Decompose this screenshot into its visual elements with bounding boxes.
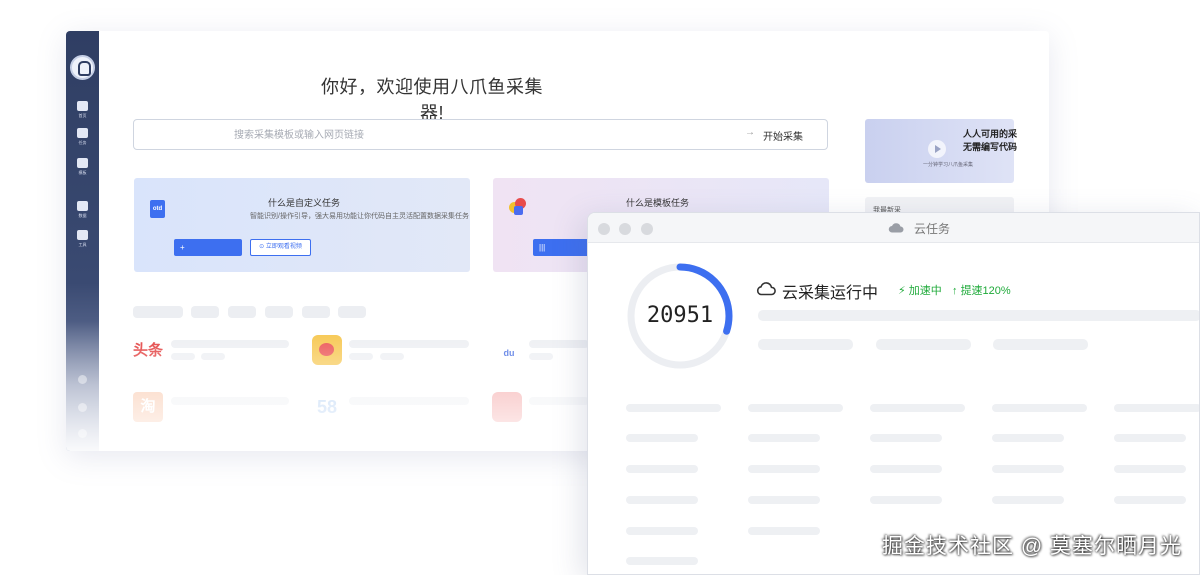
- tab-skeleton[interactable]: [191, 306, 219, 318]
- custom-task-card[interactable]: otd 什么是自定义任务 智能识别/操作引导，强大易用功能让你代码自主灵活配置数…: [134, 178, 470, 272]
- text-skeleton: [349, 397, 469, 405]
- promo-title: 人人可用的采 无需编写代码: [963, 129, 1018, 152]
- cloud-icon: [888, 223, 904, 233]
- table-skeleton: [626, 557, 698, 565]
- card-title: 什么是模板任务: [626, 198, 690, 208]
- table-skeleton: [992, 496, 1064, 504]
- table-skeleton: [748, 404, 843, 412]
- table-skeleton: [626, 404, 721, 412]
- text-skeleton: [349, 353, 373, 360]
- table-skeleton: [870, 404, 965, 412]
- bookmark-icon: [77, 128, 88, 138]
- table-skeleton: [748, 496, 820, 504]
- text-skeleton: [529, 397, 589, 405]
- promo-subtitle: 一分钟学习八爪鱼采集: [923, 162, 974, 168]
- table-skeleton: [870, 434, 942, 442]
- cloud-outline-icon: [757, 282, 776, 296]
- new-custom-task-button[interactable]: +: [174, 239, 242, 256]
- text-skeleton: [349, 340, 469, 348]
- close-button[interactable]: [598, 223, 610, 235]
- text-skeleton: [529, 340, 589, 348]
- table-skeleton: [870, 496, 942, 504]
- card-description: 智能识别/操作引导，强大易用功能让你代码自主灵活配置数据采集任务: [250, 213, 469, 220]
- table-skeleton: [748, 527, 820, 535]
- table-skeleton: [992, 404, 1087, 412]
- search-bar[interactable]: → 开始采集: [133, 119, 828, 150]
- text-skeleton: [876, 339, 971, 350]
- sidebar-item-templates[interactable]: 模板: [72, 158, 93, 180]
- cloud-task-window: 云任务 20951 云采集运行中 ⚡ 加速中 ↑ 提速120%: [587, 212, 1200, 575]
- sidebar-item-home[interactable]: 首页: [72, 101, 93, 123]
- sidebar-item-tasks[interactable]: 任务: [72, 128, 93, 150]
- text-skeleton: [993, 339, 1088, 350]
- collected-count: 20951: [646, 303, 714, 328]
- play-icon[interactable]: [928, 140, 946, 158]
- text-skeleton: [201, 353, 225, 360]
- text-skeleton: [171, 340, 289, 348]
- play-icon: [77, 101, 88, 111]
- toutiao-icon[interactable]: 头条: [133, 336, 163, 366]
- sidebar-item-tools[interactable]: 工具: [72, 230, 93, 252]
- watermark: 掘金技术社区 @ 莫塞尔晒月光: [882, 535, 1182, 558]
- tab-skeleton[interactable]: [338, 306, 366, 318]
- table-skeleton: [1114, 496, 1186, 504]
- settings-icon[interactable]: [78, 403, 87, 412]
- text-skeleton: [171, 353, 195, 360]
- welcome-heading: 你好，欢迎使用八爪鱼采集器!: [321, 77, 543, 123]
- pinwheel-icon: [77, 158, 88, 168]
- tab-skeleton[interactable]: [133, 306, 183, 318]
- help-icon[interactable]: [78, 429, 87, 438]
- text-skeleton: [758, 339, 853, 350]
- status-text: 云采集运行中: [782, 285, 879, 302]
- card-title: 什么是自定义任务: [268, 198, 341, 208]
- tab-skeleton[interactable]: [228, 306, 256, 318]
- table-skeleton: [870, 465, 942, 473]
- heart-icon: [77, 201, 88, 211]
- table-skeleton: [626, 434, 698, 442]
- table-skeleton: [1114, 434, 1186, 442]
- tab-skeleton[interactable]: [265, 306, 293, 318]
- text-skeleton: [758, 310, 1199, 321]
- new-template-task-button[interactable]: |||: [533, 239, 593, 256]
- minimize-button[interactable]: [619, 223, 631, 235]
- text-skeleton: [171, 397, 289, 405]
- table-skeleton: [626, 527, 698, 535]
- table-skeleton: [748, 434, 820, 442]
- taobao-icon[interactable]: 淘: [133, 392, 163, 422]
- window-title: 云任务: [914, 222, 951, 236]
- table-skeleton: [626, 496, 698, 504]
- briefcase-icon: [77, 230, 88, 240]
- table-skeleton: [992, 434, 1064, 442]
- table-skeleton: [1114, 465, 1186, 473]
- text-skeleton: [529, 353, 553, 360]
- arrow-right-icon: →: [745, 127, 755, 138]
- 58-icon[interactable]: 58: [312, 392, 342, 422]
- document-icon: otd: [150, 200, 165, 218]
- table-skeleton: [992, 465, 1064, 473]
- lock-icon[interactable]: [78, 375, 87, 384]
- tab-skeleton[interactable]: [302, 306, 330, 318]
- titlebar: 云任务: [588, 213, 1199, 243]
- sidebar-item-data[interactable]: 数据: [72, 201, 93, 223]
- weibo-icon[interactable]: [312, 335, 342, 365]
- table-skeleton: [1114, 404, 1199, 412]
- start-collect-button[interactable]: 开始采集: [763, 128, 803, 143]
- text-skeleton: [380, 353, 404, 360]
- sidebar: 首页 任务 模板 数据 工具: [66, 31, 99, 451]
- watch-video-button[interactable]: ⊙ 立即观看视频: [250, 239, 311, 256]
- maximize-button[interactable]: [641, 223, 653, 235]
- table-skeleton: [626, 465, 698, 473]
- red-app-icon[interactable]: [492, 392, 522, 422]
- promo-video-card[interactable]: 人人可用的采 无需编写代码 一分钟学习八爪鱼采集: [865, 119, 1018, 183]
- template-icon: [509, 198, 527, 216]
- baidu-icon[interactable]: du: [494, 335, 524, 365]
- avatar[interactable]: [70, 55, 95, 80]
- accelerating-tag: ⚡ 加速中: [898, 285, 942, 297]
- search-input[interactable]: [234, 127, 694, 143]
- speedup-tag: ↑ 提速120%: [952, 285, 1011, 297]
- table-skeleton: [748, 465, 820, 473]
